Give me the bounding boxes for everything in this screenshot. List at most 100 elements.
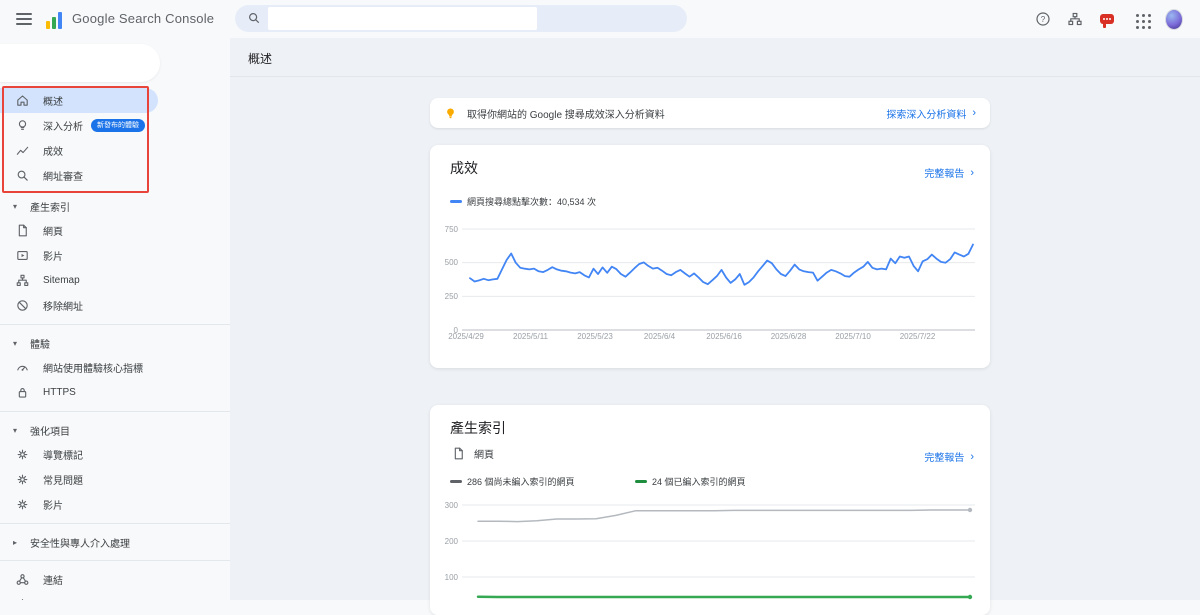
y-axis-tick-label: 100 (438, 573, 458, 582)
performance-legend-dash (450, 200, 462, 203)
x-axis-tick-label: 2025/6/28 (771, 332, 807, 341)
sidebar-item-core-web-vitals[interactable]: 網站使用體驗核心指標 (0, 355, 158, 380)
sidebar-item-links[interactable]: 連結 (0, 567, 158, 592)
sidebar-divider (0, 411, 230, 412)
indexing-full-report-link[interactable]: 完整報告 › (924, 449, 974, 464)
indexed-legend: 24 個已編入索引的網頁 (635, 475, 746, 488)
caret-down-icon: ▾ (13, 426, 30, 435)
x-axis-tick-label: 2025/4/29 (448, 332, 484, 341)
sidebar-item-faq[interactable]: 常見問題 (0, 467, 158, 492)
sidebar-item-breadcrumbs[interactable]: 導覽標記 (0, 442, 158, 467)
sidebar-item-label: 導覽標記 (43, 447, 83, 462)
sidebar-divider (0, 523, 230, 524)
x-axis-tick-label: 2025/7/22 (900, 332, 936, 341)
y-axis-tick-label: 750 (438, 225, 458, 234)
links-icon (14, 572, 30, 588)
sidebar-item-label: 常見問題 (43, 472, 83, 487)
explore-insights-link[interactable]: 探索深入分析資料 › (886, 106, 976, 121)
chevron-right-icon: › (972, 108, 976, 118)
home-icon (14, 93, 30, 109)
help-icon[interactable]: ? (1034, 10, 1052, 28)
announcements-icon[interactable] (1098, 10, 1116, 28)
sidebar-item-settings[interactable]: 設定 (0, 592, 158, 600)
sidebar-item-label: 影片 (43, 248, 63, 263)
not-indexed-legend-dash (450, 480, 462, 483)
sidebar-section-label: 強化項目 (30, 423, 70, 438)
y-axis-tick-label: 300 (438, 501, 458, 510)
indexed-legend-dash (635, 480, 647, 483)
sidebar-item-label: HTTPS (43, 387, 76, 398)
sidebar-divider (0, 560, 230, 561)
y-axis-tick-label: 250 (438, 292, 458, 301)
chevron-right-icon: › (970, 168, 974, 178)
removals-icon (14, 298, 30, 314)
sidebar-item-url-inspection[interactable]: 網址審查 (0, 163, 158, 188)
search-console-logo-icon[interactable] (46, 7, 62, 29)
app-title: Google Search Console (72, 11, 214, 26)
sidebar-item-label: 概述 (43, 93, 63, 108)
inspect-icon (14, 168, 30, 184)
sidebar-item-insights[interactable]: 深入分析新發布的體驗 (0, 113, 158, 138)
performance-card-title: 成效 (450, 158, 478, 178)
sidebar-item-label: 網頁 (43, 223, 63, 238)
enhancement-icon (14, 472, 30, 488)
sidebar-item-label: 網址審查 (43, 168, 83, 183)
sidebar-item-overview[interactable]: 概述 (0, 88, 158, 113)
indexing-card-title: 產生索引 (450, 418, 506, 438)
settings-icon (14, 597, 30, 601)
video-icon (14, 248, 30, 264)
sidebar-divider (0, 324, 230, 325)
page-title-row: 概述 (230, 38, 1200, 77)
search-input[interactable] (235, 5, 687, 32)
sidebar-item-video-enhancements[interactable]: 影片 (0, 492, 158, 517)
sidebar-section-security-manual-actions[interactable]: ▸安全性與專人介入處理 (0, 530, 230, 554)
caret-down-icon: ▾ (13, 202, 30, 211)
account-tree-icon[interactable] (1066, 10, 1084, 28)
indexing-line-chart: 300 200 100 (440, 495, 985, 600)
sidebar-section-label: 安全性與專人介入處理 (30, 535, 130, 550)
search-icon (247, 11, 261, 25)
lightbulb-insights-icon (443, 106, 458, 121)
sidebar-item-pages[interactable]: 網頁 (0, 218, 158, 243)
x-axis-tick-label: 2025/6/16 (706, 332, 742, 341)
page-title: 概述 (248, 50, 272, 67)
performance-icon (14, 143, 30, 159)
performance-legend: 網頁搜尋總點擊次數：40,534 次 (450, 195, 596, 208)
not-indexed-legend: 286 個尚未編入索引的網頁 (450, 475, 575, 488)
property-selector[interactable] (0, 44, 160, 82)
indexing-subtitle: 網頁 (474, 446, 494, 461)
y-axis-tick-label: 200 (438, 537, 458, 546)
top-app-bar: Google Search Console ? (0, 0, 1200, 38)
sidebar-item-label: 移除網址 (43, 298, 83, 313)
apps-grid-icon[interactable] (1134, 12, 1152, 30)
sidebar-section-enhancements[interactable]: ▾強化項目 (0, 418, 230, 442)
sidebar-item-performance[interactable]: 成效 (0, 138, 158, 163)
performance-card: 成效 完整報告 › 網頁搜尋總點擊次數：40,534 次 75050025002… (430, 145, 990, 368)
sidebar-item-videos[interactable]: 影片 (0, 243, 158, 268)
user-avatar[interactable] (1165, 10, 1183, 28)
chevron-right-icon: › (970, 452, 974, 462)
menu-icon[interactable] (16, 13, 32, 25)
x-axis-tick-label: 2025/6/4 (644, 332, 675, 341)
caret-down-icon: ▾ (13, 339, 30, 348)
sitemap-icon (14, 273, 30, 289)
enhancement-icon (14, 497, 30, 513)
caret-right-icon: ▸ (13, 538, 30, 547)
sidebar-section-experience[interactable]: ▾體驗 (0, 331, 230, 355)
sidebar-item-https[interactable]: HTTPS (0, 380, 158, 405)
indexing-pages-subrow: 網頁 (450, 445, 494, 461)
sidebar-item-label: 深入分析 (43, 118, 83, 133)
y-axis-tick-label: 500 (438, 258, 458, 267)
indexed-legend-label: 24 個已編入索引的網頁 (652, 475, 746, 488)
insights-banner[interactable]: 取得你網站的 Google 搜尋成效深入分析資料 探索深入分析資料 › (430, 98, 990, 128)
sidebar-section-indexing[interactable]: ▾產生索引 (0, 194, 230, 218)
not-indexed-legend-label: 286 個尚未編入索引的網頁 (467, 475, 575, 488)
pages-icon (14, 223, 30, 239)
new-feature-badge: 新發布的體驗 (91, 119, 145, 132)
indexing-card: 產生索引 網頁 完整報告 › 286 個尚未編入索引的網頁 24 個已編入索引的… (430, 405, 990, 615)
sidebar-item-sitemaps[interactable]: Sitemap (0, 268, 158, 293)
performance-line-chart: 75050025002025/4/292025/5/112025/5/23202… (440, 220, 985, 338)
sidebar-item-removals[interactable]: 移除網址 (0, 293, 158, 318)
search-input-value[interactable] (268, 7, 537, 30)
performance-full-report-link[interactable]: 完整報告 › (924, 165, 974, 180)
